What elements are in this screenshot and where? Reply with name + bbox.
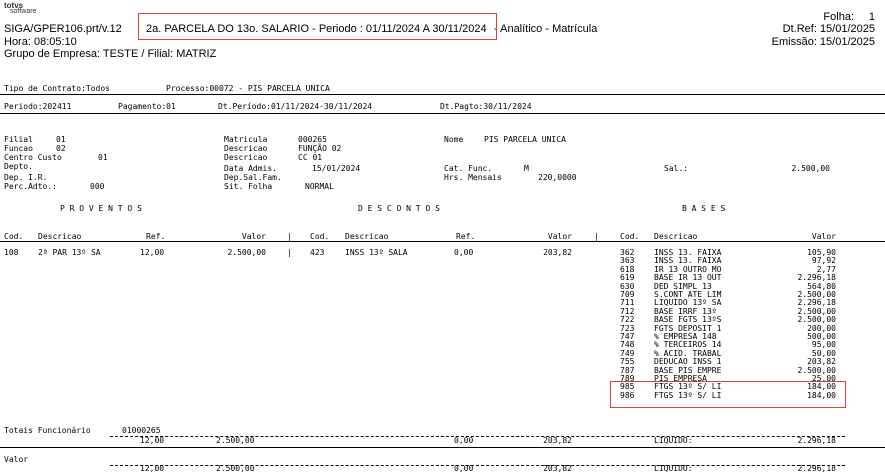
desconto-desc: INSS 13º SALA bbox=[345, 248, 408, 257]
emission-date: Emissão: 15/01/2025 bbox=[771, 36, 875, 48]
descontos-title: D E S C O N T O S bbox=[358, 204, 440, 213]
matricula-value: 000265 bbox=[298, 135, 327, 144]
report-title-suffix: - Analítico - Matrícula bbox=[494, 23, 598, 35]
valor-ref-prov: 12,00 bbox=[140, 464, 165, 473]
perc-label: Perc.Adto.: bbox=[4, 182, 57, 191]
funcao-value: 02 bbox=[56, 144, 66, 153]
salario-value: 2.500,00 bbox=[791, 164, 830, 173]
cat-func-value: M bbox=[524, 164, 529, 173]
totais-ref-desc: 0,00 bbox=[454, 436, 474, 445]
centro-label: Centro Custo bbox=[4, 153, 62, 162]
descricao-funcao-value: FUNÇÃO 02 bbox=[298, 144, 342, 153]
centro-value: 01 bbox=[98, 153, 108, 162]
col-sep-2: | bbox=[594, 232, 599, 241]
valor-val-desc: 203,82 bbox=[543, 464, 572, 473]
col-sep-1: | bbox=[287, 232, 292, 241]
program-name: SIGA/GPER106.prt/v.12 bbox=[4, 23, 122, 35]
depir-label: Dep. I.R. bbox=[4, 173, 48, 182]
cat-func-label: Cat. Func. bbox=[444, 164, 493, 173]
dep-sal-fam-label: Dep.Sal.Fam. bbox=[224, 173, 282, 182]
totais-matricula: 01000265 bbox=[122, 426, 161, 435]
totais-val-desc: 203,82 bbox=[543, 436, 572, 445]
col-prov-valor: Valor bbox=[241, 232, 266, 241]
divider-top bbox=[0, 94, 885, 95]
matricula-label: Matricula bbox=[224, 135, 268, 144]
col-prov-ref: Ref. bbox=[146, 232, 166, 241]
valor-liquido-value: 2.296,18 bbox=[797, 464, 836, 473]
pis-highlight-box bbox=[610, 381, 846, 408]
payment: Pagamento:01 bbox=[118, 102, 176, 111]
row-sep: | bbox=[287, 248, 292, 257]
valor-liquido-label: LIQUIDO: bbox=[654, 464, 693, 473]
descricao-cc-value: CC 01 bbox=[298, 153, 323, 162]
proventos-title: P R O V E N T O S bbox=[60, 204, 142, 213]
divider-period bbox=[0, 113, 885, 114]
col-base-valor: Valor bbox=[811, 232, 836, 241]
sit-folha-label: Sit. Folha bbox=[224, 182, 273, 191]
filial-value: 01 bbox=[56, 135, 66, 144]
payment-date: Dt.Pagto:30/11/2024 bbox=[440, 102, 532, 111]
col-base-cod: Cod. bbox=[620, 232, 640, 241]
nome-label: Nome bbox=[444, 135, 464, 144]
col-desc-valor: Valor bbox=[547, 232, 572, 241]
title-highlight-box bbox=[138, 13, 497, 40]
col-base-desc: Descricao bbox=[654, 232, 698, 241]
totais-label: Totais Funcionário bbox=[4, 426, 91, 435]
filial-label: Filial bbox=[4, 135, 33, 144]
totvs-logo: totvs software bbox=[4, 2, 36, 16]
col-desc-ref: Ref. bbox=[456, 232, 476, 241]
nome-value: PIS PARCELA UNICA bbox=[484, 135, 566, 144]
provento-desc: 2ª PAR 13º SA bbox=[38, 248, 101, 257]
admissao-label: Data Admis. bbox=[224, 164, 277, 173]
col-prov-cod: Cod. bbox=[4, 232, 24, 241]
salario-label: Sal.: bbox=[664, 164, 689, 173]
descricao-cc-label: Descricao bbox=[224, 153, 268, 162]
sit-folha-value: NORMAL bbox=[305, 182, 334, 191]
admissao-value: 15/01/2024 bbox=[312, 164, 361, 173]
valor-val-prov: 2.500,00 bbox=[216, 464, 255, 473]
valor-ref-desc: 0,00 bbox=[454, 464, 474, 473]
divider-columns bbox=[0, 241, 885, 242]
page-label: Folha: bbox=[823, 11, 854, 23]
funcao-label: Funcao bbox=[4, 144, 33, 153]
company-group: Grupo de Empresa: TESTE / Filial: MATRIZ bbox=[4, 48, 217, 60]
depto-label: Depto. bbox=[4, 162, 33, 171]
col-prov-desc: Descricao bbox=[38, 232, 82, 241]
totais-ref-prov: 12,00 bbox=[140, 436, 165, 445]
provento-ref: 12,00 bbox=[140, 248, 165, 257]
col-desc-cod: Cod. bbox=[310, 232, 330, 241]
totais-liquido-label: LIQUIDO: bbox=[654, 436, 693, 445]
provento-valor: 2.500,00 bbox=[227, 248, 266, 257]
totais-liquido-value: 2.296,18 bbox=[797, 436, 836, 445]
reference-date: Dt.Ref: 15/01/2025 bbox=[782, 23, 875, 35]
report-time: Hora: 08:05:10 bbox=[4, 36, 77, 48]
desconto-ref: 0,00 bbox=[454, 248, 474, 257]
bases-title: B A S E S bbox=[682, 204, 726, 213]
hrs-mensais-value: 220,0000 bbox=[538, 173, 577, 182]
contract-type: Tipo de Contrato:Todos bbox=[4, 84, 110, 93]
provento-cod: 108 bbox=[4, 248, 19, 257]
valor-label: Valor bbox=[4, 455, 29, 464]
divider-totais bbox=[0, 447, 885, 448]
descricao-funcao-label: Descricao bbox=[224, 144, 268, 153]
desconto-cod: 423 bbox=[310, 248, 325, 257]
perc-value: 000 bbox=[90, 182, 105, 191]
page-number: 1 bbox=[868, 11, 875, 23]
period: Periodo:202411 bbox=[4, 102, 72, 111]
desconto-valor: 203,82 bbox=[543, 248, 572, 257]
period-dates: Dt.Período:01/11/2024-30/11/2024 bbox=[218, 102, 373, 111]
col-desc-desc: Descricao bbox=[345, 232, 389, 241]
process: Processo:00072 - PIS PARCELA UNICA bbox=[166, 84, 330, 93]
hrs-mensais-label: Hrs. Mensais bbox=[444, 173, 502, 182]
totais-val-prov: 2.500,00 bbox=[216, 436, 255, 445]
